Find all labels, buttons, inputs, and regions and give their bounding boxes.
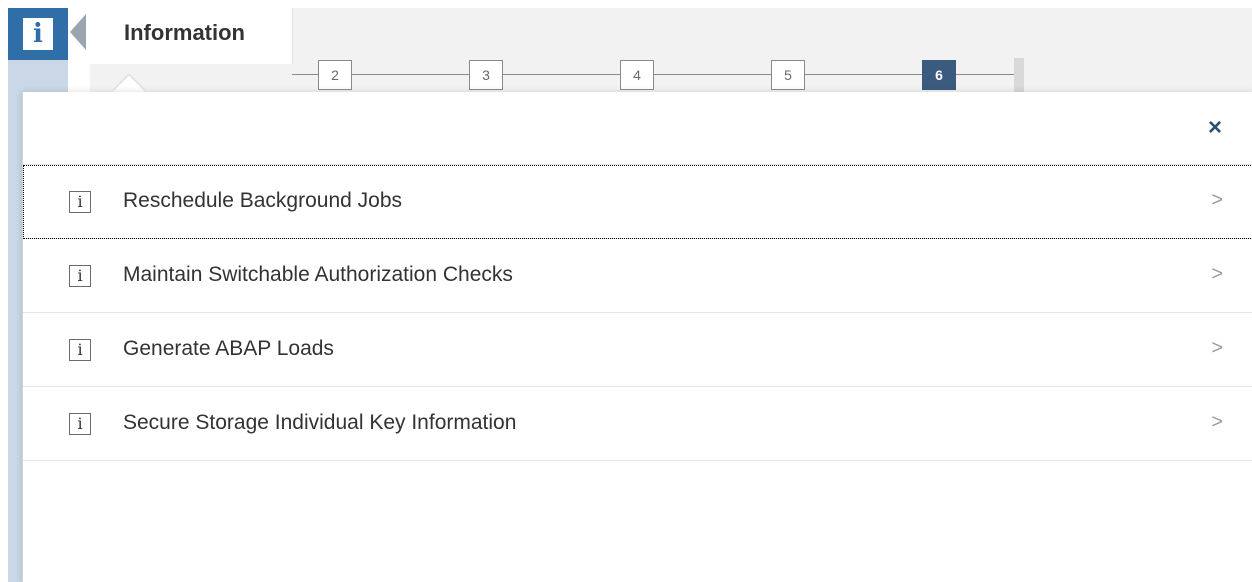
list-item-maintain-switchable-authorization-checks[interactable]: i Maintain Switchable Authorization Chec… — [23, 239, 1252, 313]
info-icon: i — [23, 18, 53, 50]
chevron-right-icon: > — [1211, 189, 1223, 211]
wizard-stepper: 2 3 4 5 6 — [292, 58, 1032, 92]
tab-information[interactable]: Information — [90, 8, 293, 64]
list-item-generate-abap-loads[interactable]: i Generate ABAP Loads > — [23, 313, 1252, 387]
list-item-label: Reschedule Background Jobs — [123, 189, 403, 212]
step-5[interactable]: 5 — [771, 60, 805, 90]
chevron-right-icon: > — [1211, 263, 1223, 285]
information-popover: × i Reschedule Background Jobs > i Maint… — [22, 92, 1252, 582]
information-list: i Reschedule Background Jobs > i Maintai… — [23, 164, 1252, 461]
stepper-line — [292, 74, 1022, 75]
back-arrow-icon[interactable] — [70, 14, 86, 50]
list-item-secure-storage-individual-key-information[interactable]: i Secure Storage Individual Key Informat… — [23, 387, 1252, 461]
info-icon: i — [69, 413, 91, 435]
step-2[interactable]: 2 — [318, 60, 352, 90]
list-item-label: Secure Storage Individual Key Informatio… — [123, 411, 517, 434]
close-icon: × — [1207, 114, 1222, 141]
close-button[interactable]: × — [1203, 116, 1227, 140]
info-icon: i — [69, 265, 91, 287]
info-icon: i — [69, 191, 91, 213]
info-icon: i — [69, 339, 91, 361]
stepper-end-cap — [1014, 58, 1024, 92]
list-item-label: Generate ABAP Loads — [123, 337, 334, 360]
list-item-label: Maintain Switchable Authorization Checks — [123, 263, 513, 286]
page: i Information 2 3 4 5 6 × i Reschedule B… — [0, 0, 1252, 582]
chevron-right-icon: > — [1211, 337, 1223, 359]
step-6-active[interactable]: 6 — [922, 60, 956, 90]
list-item-reschedule-background-jobs[interactable]: i Reschedule Background Jobs > — [23, 165, 1252, 239]
step-3[interactable]: 3 — [469, 60, 503, 90]
step-4[interactable]: 4 — [620, 60, 654, 90]
chevron-right-icon: > — [1211, 411, 1223, 433]
info-tile[interactable]: i — [8, 8, 68, 60]
tab-information-label: Information — [124, 20, 245, 45]
